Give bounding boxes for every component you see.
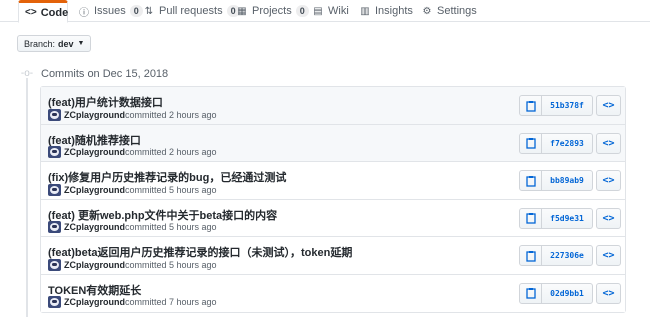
clipboard-icon — [525, 250, 536, 262]
commit-row: (feat) 更新web.php文件中关于beta接口的内容 ZCplaygro… — [41, 199, 625, 237]
tab-wiki-label: Wiki — [328, 5, 349, 17]
project-icon: ▦ — [237, 5, 247, 17]
tab-issues-label: Issues — [94, 5, 126, 17]
tab-settings[interactable]: ⚙ Settings — [415, 0, 483, 22]
sha-button-group: 02d9bb1 — [519, 282, 593, 304]
commit-author-link[interactable]: ZCplayground — [64, 185, 125, 195]
commit-time: committed 7 hours ago — [125, 297, 217, 307]
commit-row: (fix)修复用户历史推荐记录的bug，已经通过测试 ZCplayground … — [41, 162, 625, 200]
book-icon: ▤ — [313, 5, 323, 17]
commit-row: (feat)用户统计数据接口 ZCplayground committed 2 … — [41, 87, 625, 125]
copy-sha-button[interactable] — [520, 283, 542, 303]
commit-time: committed 2 hours ago — [125, 147, 217, 157]
commit-timeline-line — [26, 70, 28, 317]
branch-prefix: Branch: — [24, 38, 56, 49]
tab-settings-label: Settings — [437, 5, 477, 17]
avatar[interactable] — [48, 221, 61, 233]
tab-pull-requests-label: Pull requests — [159, 5, 223, 17]
commit-author-link[interactable]: ZCplayground — [64, 222, 125, 232]
sha-button-group: f5d9e31 — [519, 207, 593, 229]
commit-sha-link[interactable]: f7e2893 — [542, 134, 592, 153]
clipboard-icon — [525, 288, 536, 299]
commit-meta: ZCplayground committed 5 hours ago — [48, 258, 217, 271]
commit-message-link[interactable]: (feat)随机推荐接口 — [48, 132, 141, 148]
gear-icon: ⚙ — [422, 5, 432, 17]
branch-select-button[interactable]: Branch: dev ▼ — [17, 35, 92, 52]
browse-repo-button[interactable]: <> — [596, 245, 621, 266]
avatar[interactable] — [48, 108, 61, 121]
commit-author-link[interactable]: ZCplayground — [64, 260, 125, 270]
browse-repo-button[interactable]: <> — [596, 95, 621, 116]
copy-sha-button[interactable] — [520, 96, 542, 115]
git-commit-icon: -o- — [20, 68, 34, 79]
commit-message-link[interactable]: (feat)用户统计数据接口 — [48, 94, 163, 110]
browse-repo-button[interactable]: <> — [596, 282, 621, 304]
copy-sha-button[interactable] — [520, 208, 542, 228]
commit-message-link[interactable]: (fix)修复用户历史推荐记录的bug，已经通过测试 — [48, 169, 286, 185]
caret-down-icon: ▼ — [77, 40, 85, 47]
commit-time: committed 5 hours ago — [125, 259, 217, 270]
commit-row: (feat)随机推荐接口 ZCplayground committed 2 ho… — [41, 124, 625, 162]
copy-sha-button[interactable] — [520, 133, 542, 153]
tab-projects[interactable]: ▦ Projects 0 — [230, 0, 315, 22]
commit-meta: ZCplayground committed 7 hours ago — [48, 296, 217, 308]
sha-button-group: 227306e — [519, 245, 593, 266]
sha-button-group: f7e2893 — [519, 132, 593, 154]
graph-icon: ▥ — [360, 5, 370, 17]
repo-nav-tabs: <> Code ⓘ Issues 0 ⇅ Pull requests 0 ▦ P… — [0, 0, 650, 23]
code-icon: <> — [25, 7, 37, 18]
commit-author-link[interactable]: ZCplayground — [64, 110, 125, 120]
commit-sha-link[interactable]: f5d9e31 — [542, 209, 592, 228]
commit-message-link[interactable]: TOKEN有效期延长 — [48, 282, 141, 298]
issue-icon: ⓘ — [79, 7, 89, 19]
commit-message-link[interactable]: (feat) 更新web.php文件中关于beta接口的内容 — [48, 207, 277, 223]
browse-repo-button[interactable]: <> — [596, 170, 621, 191]
commit-meta: ZCplayground committed 5 hours ago — [48, 221, 217, 233]
commit-time: committed 2 hours ago — [125, 109, 217, 120]
sha-button-group: bb89ab9 — [519, 170, 593, 191]
commit-sha-link[interactable]: 227306e — [542, 246, 592, 265]
commit-meta: ZCplayground committed 2 hours ago — [48, 108, 217, 121]
commit-message-link[interactable]: (feat)beta返回用户历史推荐记录的接口（未测试），token延期 — [48, 244, 352, 260]
commit-time: committed 5 hours ago — [125, 184, 217, 195]
avatar[interactable] — [48, 146, 61, 158]
sha-button-group: 51b378f — [519, 95, 593, 116]
commit-list: (feat)用户统计数据接口 ZCplayground committed 2 … — [40, 86, 626, 313]
copy-sha-button[interactable] — [520, 246, 542, 265]
clipboard-icon — [525, 213, 536, 224]
browse-repo-button[interactable]: <> — [596, 132, 621, 154]
branch-name: dev — [58, 38, 74, 49]
tab-projects-label: Projects — [252, 5, 292, 17]
tab-insights[interactable]: ▥ Insights — [353, 0, 419, 22]
clipboard-icon — [525, 100, 536, 112]
pull-request-icon: ⇅ — [144, 5, 154, 17]
commit-sha-link[interactable]: 51b378f — [542, 96, 592, 115]
commit-group-date: Commits on Dec 15, 2018 — [41, 68, 169, 80]
browse-repo-button[interactable]: <> — [596, 207, 621, 229]
commit-time: committed 5 hours ago — [125, 222, 217, 232]
commit-sha-link[interactable]: 02d9bb1 — [542, 284, 592, 303]
commit-meta: ZCplayground committed 2 hours ago — [48, 146, 217, 158]
commit-row: TOKEN有效期延长 ZCplayground committed 7 hour… — [41, 274, 625, 312]
commit-meta: ZCplayground committed 5 hours ago — [48, 183, 217, 196]
commit-row: (feat)beta返回用户历史推荐记录的接口（未测试），token延期 ZCp… — [41, 237, 625, 275]
clipboard-icon — [525, 138, 536, 149]
commit-author-link[interactable]: ZCplayground — [64, 297, 125, 307]
commit-author-link[interactable]: ZCplayground — [64, 147, 125, 157]
copy-sha-button[interactable] — [520, 171, 542, 190]
clipboard-icon — [525, 175, 536, 187]
avatar[interactable] — [48, 296, 61, 308]
tab-wiki[interactable]: ▤ Wiki — [306, 0, 355, 22]
avatar[interactable] — [48, 258, 61, 271]
tab-code[interactable]: <> Code — [18, 0, 68, 23]
commit-sha-link[interactable]: bb89ab9 — [542, 171, 592, 190]
tab-code-label: Code — [40, 6, 69, 19]
avatar[interactable] — [48, 183, 61, 196]
tab-insights-label: Insights — [375, 5, 413, 17]
